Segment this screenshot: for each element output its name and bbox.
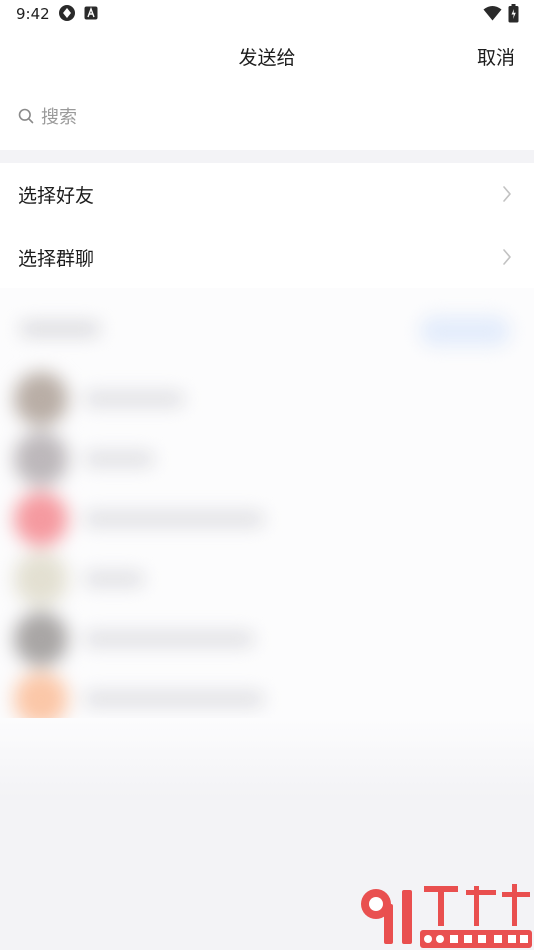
- watermark-logo: [354, 878, 534, 950]
- send-to-screen: 9:42 发送给 取消 搜索 选择好友 选择群聊: [0, 0, 534, 950]
- blurred-contact-row: [14, 432, 284, 488]
- wifi-icon: [483, 5, 502, 25]
- chevron-right-icon: [502, 185, 512, 207]
- blurred-recent-list: [0, 288, 534, 798]
- select-friends-item[interactable]: 选择好友: [0, 163, 534, 225]
- search-input[interactable]: [41, 104, 511, 130]
- blurred-name: [84, 692, 264, 706]
- avatar: [14, 612, 68, 666]
- chevron-right-icon: [502, 248, 512, 270]
- blurred-action-pill: [420, 316, 510, 346]
- blurred-section-header: [20, 322, 100, 336]
- avatar: [14, 672, 68, 726]
- blurred-name: [84, 392, 184, 406]
- battery-icon: [508, 4, 519, 27]
- search-bar[interactable]: [0, 84, 534, 150]
- search-icon: [18, 108, 34, 128]
- status-bar: 9:42: [0, 0, 534, 28]
- nav-bar: 发送给 取消: [0, 28, 534, 84]
- blurred-contact-row: [14, 552, 284, 608]
- sync-icon: [58, 4, 76, 26]
- page-title: 发送给: [238, 47, 296, 69]
- blurred-name: [84, 512, 264, 526]
- select-friends-label: 选择好友: [18, 185, 95, 207]
- blurred-name: [84, 572, 144, 586]
- blurred-contact-row: [14, 492, 284, 548]
- blurred-contact-row: [14, 372, 284, 428]
- avatar: [14, 552, 68, 606]
- blurred-name: [84, 632, 254, 646]
- select-groups-label: 选择群聊: [18, 248, 95, 270]
- avatar: [14, 432, 68, 486]
- avatar: [14, 492, 68, 546]
- blur-layer: [0, 288, 534, 758]
- section-divider: [0, 150, 534, 163]
- blurred-contact-row: [14, 672, 284, 728]
- blurred-name: [84, 452, 154, 466]
- status-time: 9:42: [16, 5, 50, 23]
- a-badge-icon: [84, 6, 98, 24]
- avatar: [14, 372, 68, 426]
- select-groups-item[interactable]: 选择群聊: [0, 226, 534, 288]
- blurred-contact-row: [14, 612, 284, 668]
- cancel-button[interactable]: 取消: [477, 43, 515, 70]
- select-menu: 选择好友 选择群聊: [0, 163, 534, 288]
